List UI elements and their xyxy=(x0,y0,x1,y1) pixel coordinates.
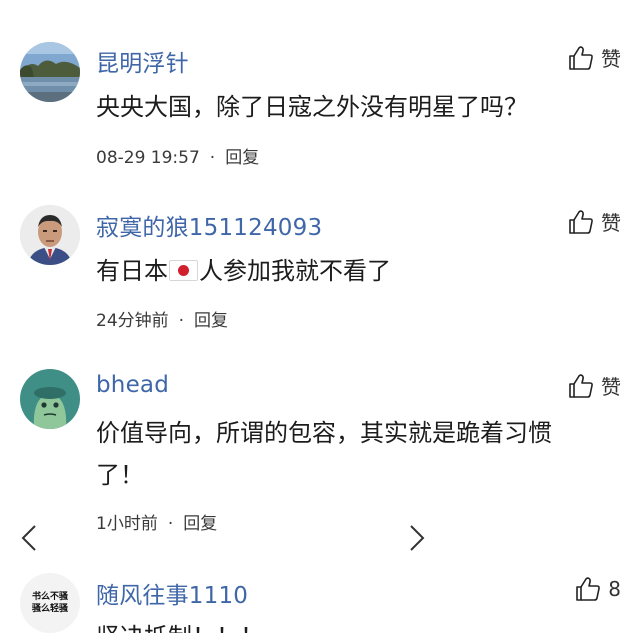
landscape-avatar-image xyxy=(20,42,80,102)
person-avatar-image xyxy=(20,205,80,265)
comment-meta: 1小时前 · 回复 xyxy=(96,509,217,534)
comment-list-screen: 昆明浮针 赞 央央大国，除了日寇之外没有明星了吗？ 08-29 19:57 · 回复 xyxy=(0,0,641,633)
reply-link[interactable]: 回复 xyxy=(225,148,259,168)
thumbs-up-icon xyxy=(567,208,595,236)
reply-link[interactable]: 回复 xyxy=(183,514,217,534)
previous-button[interactable] xyxy=(10,518,50,558)
comment-username[interactable]: 寂寞的狼151124093 xyxy=(96,208,322,242)
meta-separator: · xyxy=(209,148,216,168)
like-button[interactable]: 8 xyxy=(574,575,621,603)
comment-text: 坚决抵制！！！ xyxy=(96,616,596,633)
comment-meta: 24分钟前 · 回复 xyxy=(96,306,228,331)
thumbs-up-icon xyxy=(567,372,595,400)
like-count: 8 xyxy=(608,577,621,601)
next-button[interactable] xyxy=(396,518,436,558)
avatar[interactable] xyxy=(20,205,80,265)
comment-username[interactable]: bhead xyxy=(96,372,169,398)
reply-link[interactable]: 回复 xyxy=(194,311,228,331)
comment-text: 有日本 人参加我就不看了 xyxy=(96,250,596,292)
comment-meta: 08-29 19:57 · 回复 xyxy=(96,143,259,168)
comment-text: 央央大国，除了日寇之外没有明星了吗？ xyxy=(96,93,528,121)
comment-text: 价值导向，所谓的包容，其实就是跪着习惯了！ xyxy=(96,419,552,489)
comment-time: 08-29 19:57 xyxy=(96,148,200,168)
comment-username[interactable]: 随风往事1110 xyxy=(96,576,248,610)
like-label: 赞 xyxy=(601,375,621,399)
comment-time: 24分钟前 xyxy=(96,311,169,331)
cartoon-avatar-image xyxy=(20,369,80,429)
avatar[interactable] xyxy=(20,369,80,429)
like-button[interactable]: 赞 xyxy=(567,207,621,236)
thumbs-up-icon xyxy=(574,575,602,603)
like-label: 赞 xyxy=(601,47,621,71)
thumbs-up-icon xyxy=(567,44,595,72)
japan-flag-icon xyxy=(169,260,198,281)
avatar-text-line: 书么不骚 xyxy=(31,592,68,602)
avatar[interactable] xyxy=(20,42,80,102)
like-button[interactable]: 赞 xyxy=(567,371,621,400)
avatar[interactable]: 书么不骚 骚么轻骚 xyxy=(20,573,80,633)
comment-text-part: 有日本 xyxy=(96,257,168,285)
chevron-right-icon xyxy=(410,525,425,551)
chevron-left-icon xyxy=(21,525,36,551)
comment-username[interactable]: 昆明浮针 xyxy=(96,44,189,78)
comment-time: 1小时前 xyxy=(96,514,158,534)
meta-separator: · xyxy=(178,311,185,331)
comment-text-part: 人参加我就不看了 xyxy=(199,257,391,285)
avatar-text-line: 骚么轻骚 xyxy=(31,604,68,614)
meta-separator: · xyxy=(167,514,174,534)
like-label: 赞 xyxy=(601,211,621,235)
like-button[interactable]: 赞 xyxy=(567,43,621,72)
